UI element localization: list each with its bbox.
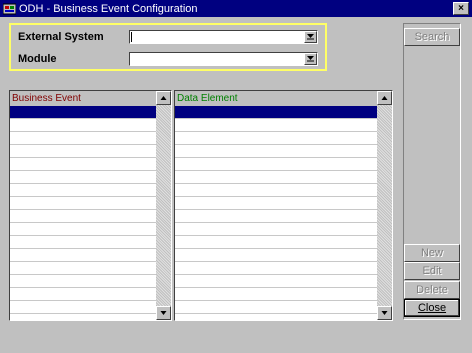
data-element-rows — [175, 106, 377, 320]
data-element-scrollbar[interactable] — [377, 91, 392, 320]
table-row[interactable] — [175, 223, 377, 236]
table-row[interactable] — [175, 171, 377, 184]
table-row[interactable] — [10, 106, 156, 119]
table-row[interactable] — [175, 145, 377, 158]
external-system-dropdown-icon[interactable] — [304, 31, 317, 43]
business-event-header[interactable]: Business Event — [10, 91, 156, 106]
table-row[interactable] — [10, 119, 156, 132]
table-row[interactable] — [10, 184, 156, 197]
table-row[interactable] — [10, 132, 156, 145]
table-row[interactable] — [175, 210, 377, 223]
table-row[interactable] — [10, 171, 156, 184]
table-row[interactable] — [175, 132, 377, 145]
table-row[interactable] — [175, 106, 377, 119]
table-row[interactable] — [10, 210, 156, 223]
table-row[interactable] — [175, 119, 377, 132]
window-title: ODH - Business Event Configuration — [19, 2, 198, 15]
table-row[interactable] — [175, 249, 377, 262]
scroll-up-icon[interactable] — [377, 91, 392, 105]
table-row[interactable] — [10, 249, 156, 262]
edit-button[interactable]: Edit — [404, 262, 460, 280]
table-row[interactable] — [10, 275, 156, 288]
table-row[interactable] — [10, 288, 156, 301]
table-row[interactable] — [175, 197, 377, 210]
delete-button[interactable]: Delete — [404, 281, 460, 299]
external-system-label: External System — [18, 31, 104, 43]
table-row[interactable] — [175, 262, 377, 275]
search-button[interactable]: Search — [404, 28, 460, 46]
business-event-config-window: ODH - Business Event Configuration × Ext… — [0, 0, 472, 353]
table-row[interactable] — [175, 236, 377, 249]
scroll-down-icon[interactable] — [156, 306, 171, 320]
table-row[interactable] — [175, 301, 377, 314]
table-row[interactable] — [10, 236, 156, 249]
scroll-down-icon[interactable] — [377, 306, 392, 320]
data-element-grid[interactable]: Data Element — [174, 90, 393, 321]
scroll-up-icon[interactable] — [156, 91, 171, 105]
table-row[interactable] — [175, 275, 377, 288]
module-label: Module — [18, 53, 57, 65]
module-combo[interactable] — [129, 52, 318, 66]
business-event-rows — [10, 106, 156, 320]
table-row[interactable] — [175, 158, 377, 171]
data-element-header[interactable]: Data Element — [175, 91, 377, 106]
close-button[interactable]: Close — [404, 299, 460, 317]
new-button[interactable]: New — [404, 244, 460, 262]
close-window-icon[interactable]: × — [453, 2, 469, 15]
table-row[interactable] — [175, 184, 377, 197]
table-row[interactable] — [10, 158, 156, 171]
app-icon — [2, 2, 17, 15]
table-row[interactable] — [10, 145, 156, 158]
business-event-grid[interactable]: Business Event — [9, 90, 172, 321]
business-event-scrollbar[interactable] — [156, 91, 171, 320]
table-row[interactable] — [10, 262, 156, 275]
text-caret — [131, 32, 132, 42]
table-row[interactable] — [10, 223, 156, 236]
external-system-combo[interactable] — [129, 30, 318, 44]
table-row[interactable] — [175, 288, 377, 301]
title-bar[interactable]: ODH - Business Event Configuration × — [0, 0, 472, 17]
table-row[interactable] — [10, 301, 156, 314]
module-dropdown-icon[interactable] — [304, 53, 317, 65]
table-row[interactable] — [10, 197, 156, 210]
